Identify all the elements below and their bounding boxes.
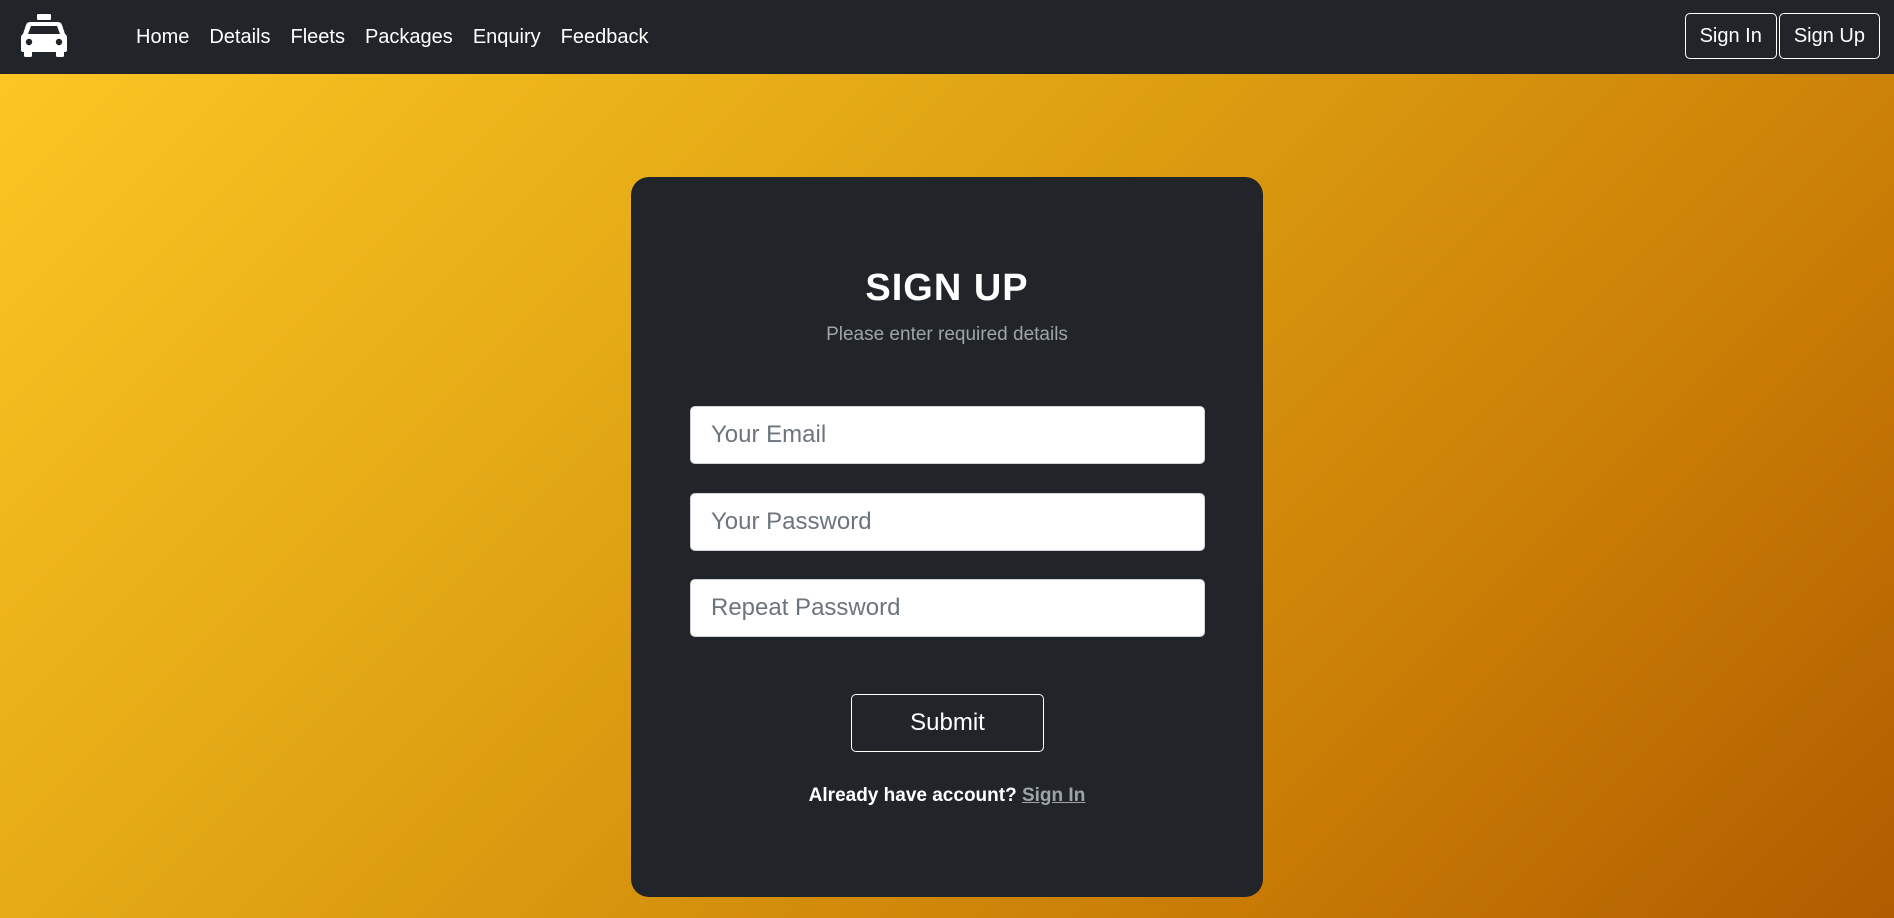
nav-auth-buttons: Sign In Sign Up [1684, 13, 1880, 59]
signin-link[interactable]: Sign In [1022, 785, 1085, 806]
taxi-icon[interactable] [20, 12, 68, 60]
nav-link-details[interactable]: Details [199, 26, 280, 49]
navbar: Home Details Fleets Packages Enquiry Fee… [0, 0, 1894, 74]
submit-button[interactable]: Submit [851, 694, 1044, 752]
repeat-password-field[interactable] [690, 579, 1205, 637]
signup-card: SIGN UP Please enter required details Su… [631, 177, 1263, 897]
nav-link-home[interactable]: Home [126, 26, 199, 49]
nav-signup-button[interactable]: Sign Up [1778, 13, 1880, 59]
page-subtitle: Please enter required details [826, 324, 1068, 345]
page-title: SIGN UP [865, 267, 1029, 309]
email-field[interactable] [690, 406, 1205, 464]
password-field[interactable] [690, 493, 1205, 551]
account-prompt: Already have account? Sign In [631, 785, 1263, 807]
nav-signin-button[interactable]: Sign In [1684, 13, 1777, 59]
nav-link-feedback[interactable]: Feedback [551, 26, 659, 49]
nav-link-fleets[interactable]: Fleets [281, 26, 355, 49]
nav-link-packages[interactable]: Packages [355, 26, 463, 49]
nav-links: Home Details Fleets Packages Enquiry Fee… [126, 0, 658, 74]
nav-link-enquiry[interactable]: Enquiry [463, 26, 551, 49]
account-prompt-text: Already have account? [808, 785, 1017, 806]
